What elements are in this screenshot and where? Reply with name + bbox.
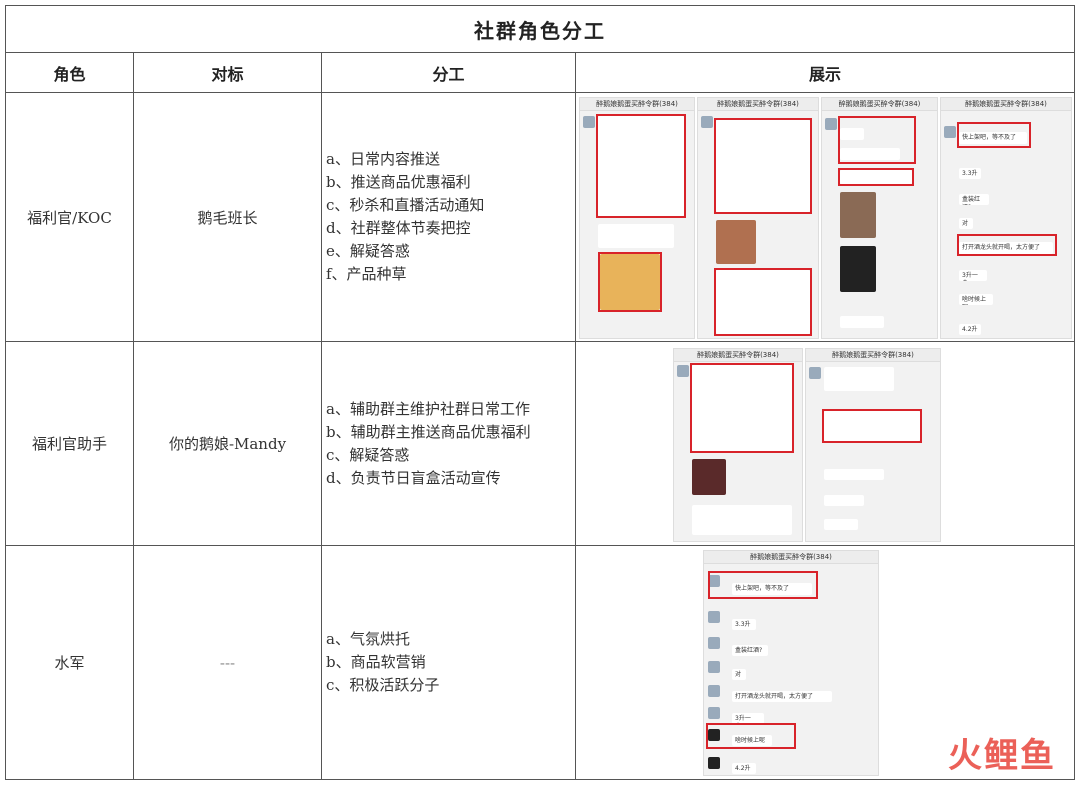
row1-benchmark: 鹅毛班长 bbox=[133, 92, 322, 342]
duty-item: a、辅助群主维护社群日常工作 bbox=[326, 399, 530, 418]
duty-item: c、解疑答惑 bbox=[326, 445, 410, 464]
row2-screenshots: 醉鹅娘鹅蛋买醉令群(384) 醉鹅娘鹅蛋买醉令群(384) bbox=[575, 341, 1075, 546]
row3-duties: a、气氛烘托 b、商品软营销 c、积极活跃分子 bbox=[321, 545, 576, 780]
duty-item: b、推送商品优惠福利 bbox=[326, 173, 471, 191]
duty-item: e、解疑答惑 bbox=[326, 242, 410, 260]
duty-item: d、社群整体节奏把控 bbox=[326, 219, 471, 237]
duty-item: d、负责节日盲盒活动宣传 bbox=[326, 468, 501, 487]
row2-duties: a、辅助群主维护社群日常工作 b、辅助群主推送商品优惠福利 c、解疑答惑 d、负… bbox=[321, 341, 576, 546]
header-duties: 分工 bbox=[321, 52, 576, 93]
duty-item: b、商品软营销 bbox=[326, 653, 426, 671]
role-table: 社群角色分工 角色 对标 分工 展示 福利官/KOC 鹅毛班长 a、日常内容推送… bbox=[5, 5, 1075, 780]
chat-screenshot: 醉鹅娘鹅蛋买醉令群(384) bbox=[673, 348, 803, 542]
chat-screenshot: 醉鹅娘鹅蛋买醉令群(384) bbox=[821, 97, 938, 339]
row3-role: 水军 bbox=[5, 545, 134, 780]
header-display: 展示 bbox=[575, 52, 1075, 93]
row1-role: 福利官/KOC bbox=[5, 92, 134, 342]
chat-screenshot: 醉鹅娘鹅蛋买醉令群(384) 快上架吧，等不及了 3.3升 盒装红酒? 对 打开… bbox=[703, 550, 879, 776]
table-title: 社群角色分工 bbox=[5, 5, 1075, 53]
chat-screenshot: 醉鹅娘鹅蛋买醉令群(384) bbox=[579, 97, 695, 339]
duty-item: b、辅助群主推送商品优惠福利 bbox=[326, 422, 531, 441]
chat-screenshot: 醉鹅娘鹅蛋买醉令群(384) bbox=[805, 348, 941, 542]
row2-role: 福利官助手 bbox=[5, 341, 134, 546]
row2-benchmark: 你的鹅娘-Mandy bbox=[133, 341, 322, 546]
duty-item: a、日常内容推送 bbox=[326, 150, 440, 168]
row3-benchmark: --- bbox=[133, 545, 322, 780]
duty-item: c、积极活跃分子 bbox=[326, 676, 440, 694]
header-benchmark: 对标 bbox=[133, 52, 322, 93]
header-role: 角色 bbox=[5, 52, 134, 93]
duty-item: f、产品种草 bbox=[326, 265, 407, 283]
watermark-logo: 火鲤鱼 bbox=[948, 736, 1056, 776]
duty-item: c、秒杀和直播活动通知 bbox=[326, 196, 485, 214]
chat-screenshot: 醉鹅娘鹅蛋买醉令群(384) bbox=[697, 97, 819, 339]
chat-title: 醉鹅娘鹅蛋买醉令群(384) bbox=[580, 98, 694, 111]
chat-screenshot: 醉鹅娘鹅蛋买醉令群(384) 快上架吧，等不及了 3.3升 盒装红酒? 对 打开… bbox=[940, 97, 1072, 339]
duty-item: a、气氛烘托 bbox=[326, 630, 410, 648]
row1-screenshots: 醉鹅娘鹅蛋买醉令群(384) 醉鹅娘鹅蛋买醉令群(384) 醉鹅娘鹅蛋买醉令群(… bbox=[575, 92, 1075, 342]
row1-duties: a、日常内容推送 b、推送商品优惠福利 c、秒杀和直播活动通知 d、社群整体节奏… bbox=[321, 92, 576, 342]
